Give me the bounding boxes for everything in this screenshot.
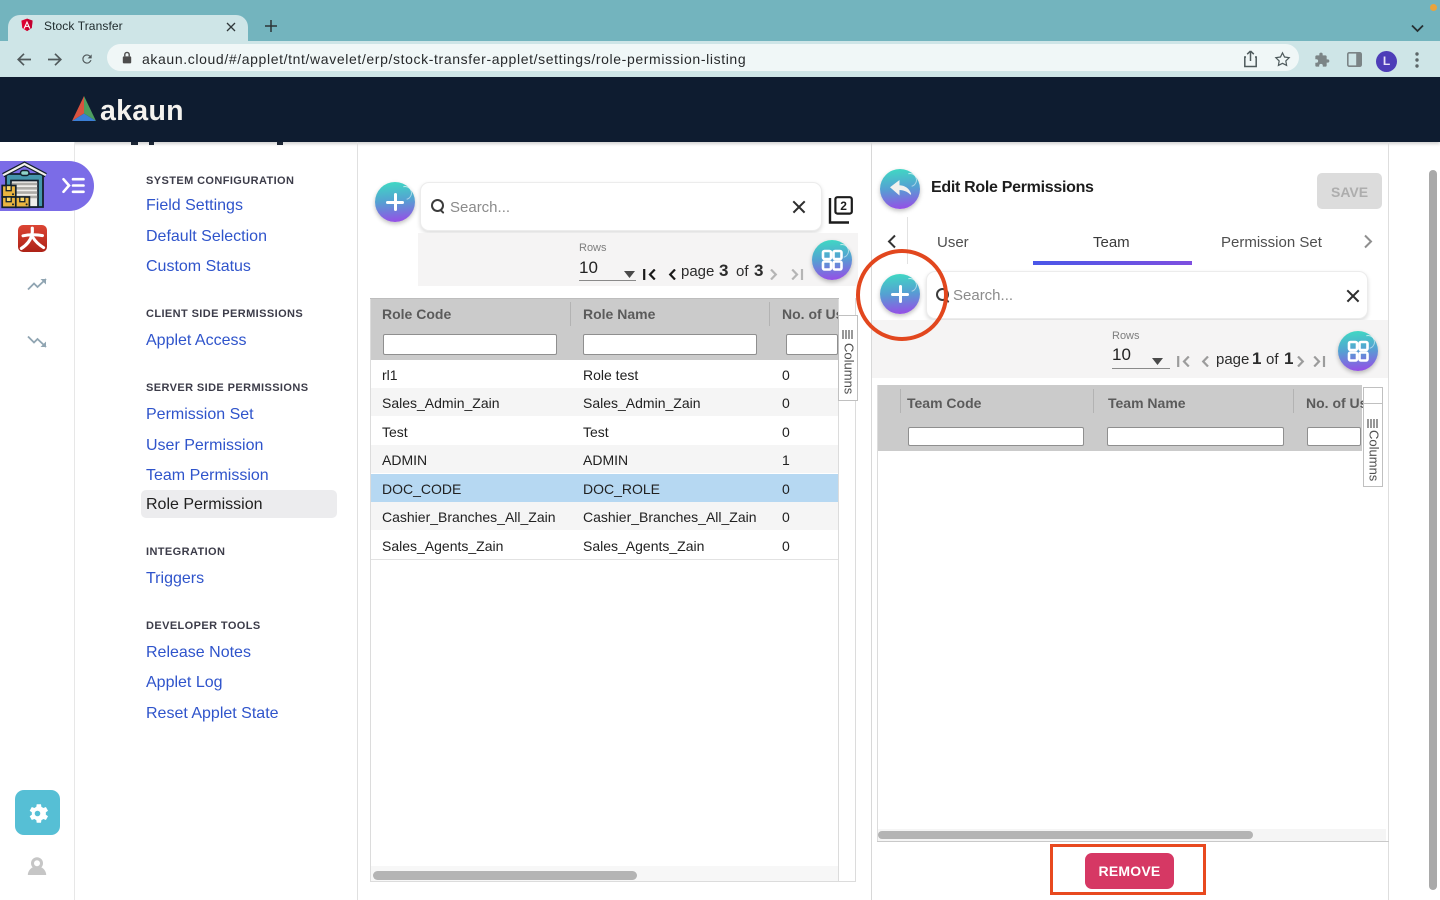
svg-text:2: 2	[840, 199, 847, 213]
